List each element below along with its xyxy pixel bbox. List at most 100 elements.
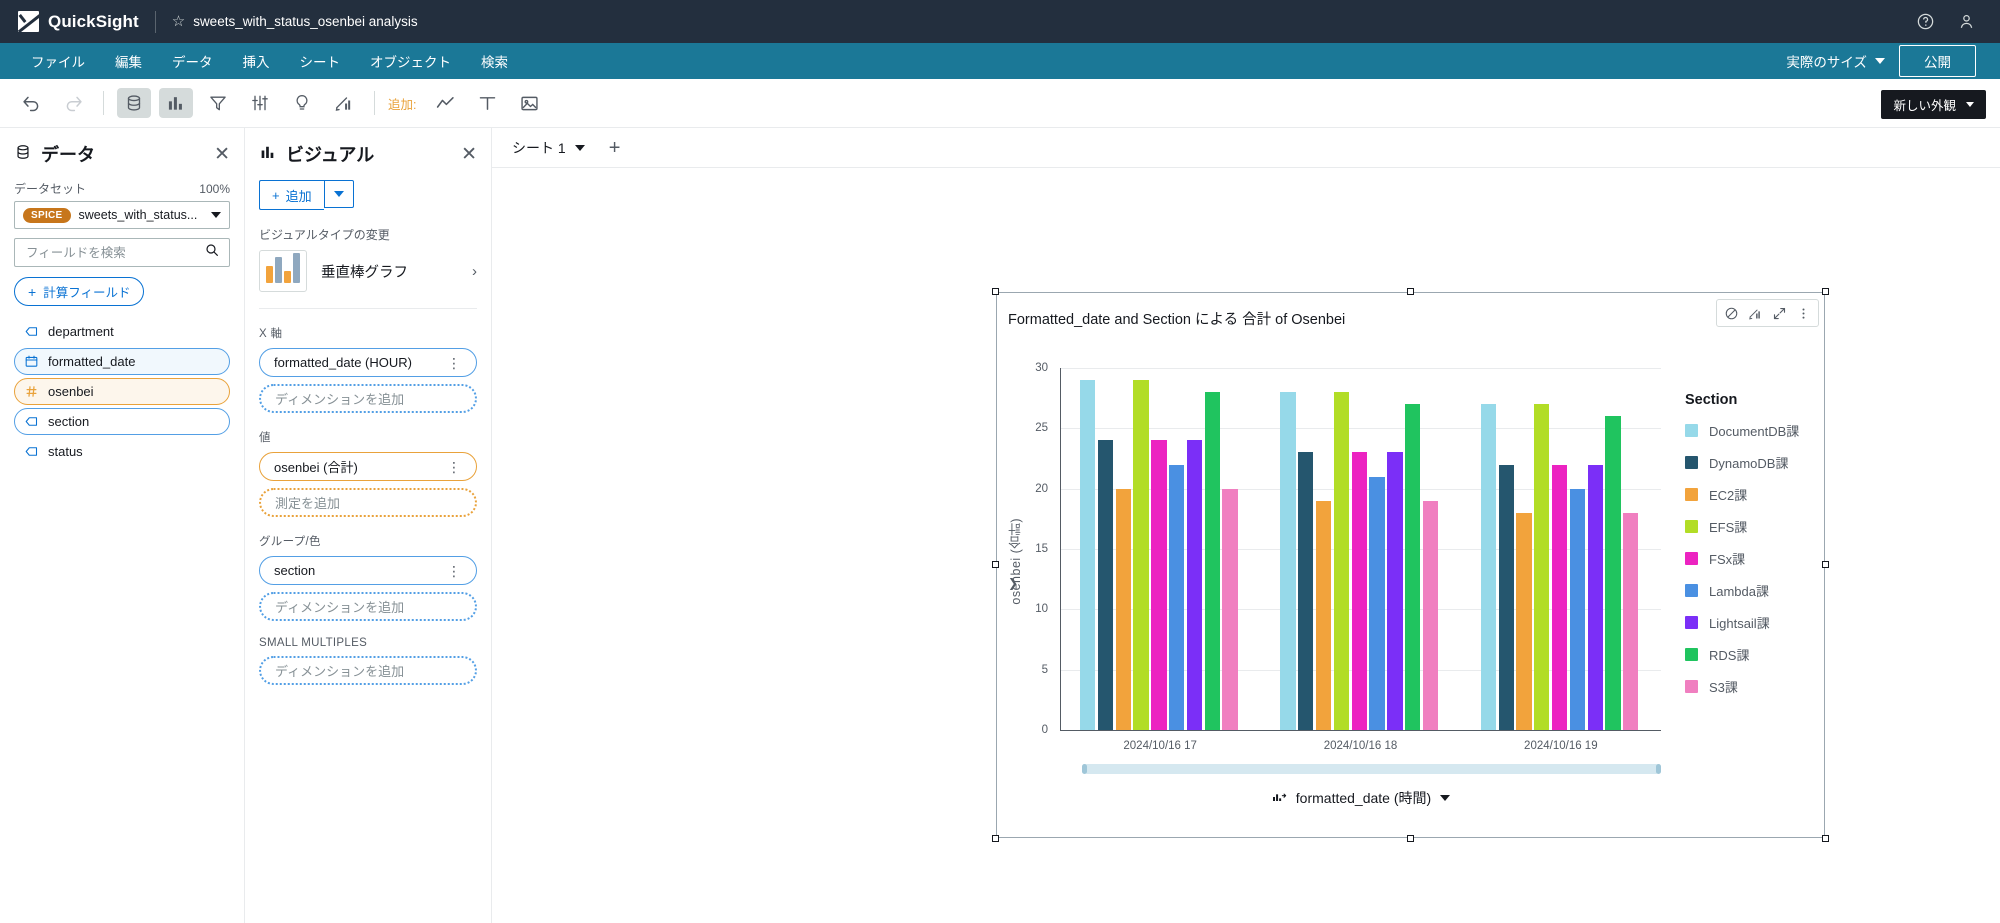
resize-handle-w[interactable] bbox=[992, 561, 999, 568]
chart-horizontal-scrollbar[interactable] bbox=[1082, 764, 1661, 774]
x-axis-field-control[interactable]: formatted_date (時間) bbox=[1060, 788, 1661, 808]
kebab-menu-icon[interactable]: ⋮ bbox=[447, 564, 462, 578]
menu-sheet[interactable]: シート bbox=[285, 43, 356, 79]
chart-bar[interactable] bbox=[1222, 488, 1238, 730]
search-icon[interactable] bbox=[204, 242, 220, 263]
scroll-cap-right[interactable] bbox=[1656, 764, 1661, 774]
help-circle-icon[interactable] bbox=[1916, 12, 1935, 31]
add-calculated-field-button[interactable]: + 計算フィールド bbox=[14, 277, 145, 306]
chart-bar[interactable] bbox=[1204, 392, 1220, 730]
legend-item[interactable]: Lightsail課 bbox=[1685, 613, 1799, 632]
resize-handle-n[interactable] bbox=[1406, 288, 1414, 295]
undo-icon[interactable] bbox=[14, 88, 48, 118]
resize-handle-sw[interactable] bbox=[992, 835, 999, 842]
resize-handle-ne[interactable] bbox=[1822, 288, 1829, 295]
chevron-down-icon[interactable] bbox=[1440, 795, 1451, 801]
chart-bar[interactable] bbox=[1534, 404, 1550, 730]
field-department[interactable]: department bbox=[14, 318, 230, 345]
menu-object[interactable]: オブジェクト bbox=[355, 43, 466, 79]
filter-icon[interactable] bbox=[201, 88, 235, 118]
chart-bar[interactable] bbox=[1133, 380, 1149, 730]
chart-bar[interactable] bbox=[1351, 452, 1367, 730]
text-box-icon[interactable] bbox=[470, 88, 504, 118]
sheet-tab-1[interactable]: シート 1 bbox=[506, 138, 591, 158]
field-status[interactable]: status bbox=[14, 438, 230, 465]
y-axis-expand-icon[interactable]: ❯ bbox=[1008, 576, 1018, 590]
menu-action-icon[interactable] bbox=[1793, 303, 1814, 323]
database-icon[interactable] bbox=[117, 88, 151, 118]
close-icon[interactable]: ✕ bbox=[461, 145, 477, 164]
legend-item[interactable]: S3課 bbox=[1685, 677, 1799, 696]
chart-bar[interactable] bbox=[1333, 392, 1350, 730]
scroll-cap-left[interactable] bbox=[1082, 764, 1087, 774]
sliders-icon[interactable] bbox=[243, 88, 277, 118]
resize-handle-se[interactable] bbox=[1822, 835, 1829, 842]
chart-bar[interactable] bbox=[1280, 392, 1296, 730]
chevron-down-icon[interactable] bbox=[574, 144, 585, 151]
chart-bar[interactable] bbox=[1115, 488, 1131, 730]
insights-action-icon[interactable] bbox=[1745, 303, 1766, 323]
chart-bar[interactable] bbox=[1587, 464, 1603, 730]
lightbulb-icon[interactable] bbox=[285, 88, 319, 118]
well-pill-group-color[interactable]: section ⋮ bbox=[259, 556, 477, 585]
legend-item[interactable]: DocumentDB課 bbox=[1685, 421, 1799, 440]
menu-data[interactable]: データ bbox=[157, 43, 228, 79]
add-visual-button[interactable]: + 追加 bbox=[259, 180, 324, 210]
field-osenbei[interactable]: osenbei bbox=[14, 378, 230, 405]
chart-bar[interactable] bbox=[1422, 500, 1439, 730]
menu-insert[interactable]: 挿入 bbox=[228, 43, 285, 79]
user-account-icon[interactable] bbox=[1957, 12, 1976, 31]
field-search-box[interactable] bbox=[14, 238, 230, 267]
chart-bar[interactable] bbox=[1080, 380, 1096, 730]
legend-item[interactable]: DynamoDB課 bbox=[1685, 453, 1799, 472]
chart-bar[interactable] bbox=[1569, 488, 1586, 730]
chart-bar[interactable] bbox=[1551, 464, 1568, 730]
document-title[interactable]: sweets_with_status_osenbei analysis bbox=[193, 14, 417, 29]
menu-search[interactable]: 検索 bbox=[466, 43, 523, 79]
chart-bar[interactable] bbox=[1315, 500, 1332, 730]
legend-item[interactable]: Lambda課 bbox=[1685, 581, 1799, 600]
menu-edit[interactable]: 編集 bbox=[100, 43, 157, 79]
chart-bar[interactable] bbox=[1387, 452, 1403, 730]
redo-icon[interactable] bbox=[56, 88, 90, 118]
dataset-selector[interactable]: SPICE sweets_with_status... bbox=[14, 201, 230, 229]
resize-handle-s[interactable] bbox=[1406, 835, 1414, 842]
chart-bar[interactable] bbox=[1151, 440, 1167, 730]
field-formatted-date[interactable]: formatted_date bbox=[14, 348, 230, 375]
line-chart-icon[interactable] bbox=[428, 88, 462, 118]
add-sheet-icon[interactable]: + bbox=[609, 138, 621, 158]
visual-container[interactable]: Formatted_date and Section による 合計 of Ose… bbox=[992, 288, 1829, 842]
well-dropzone-small-multiples[interactable]: ディメンションを追加 bbox=[259, 656, 477, 685]
maximize-action-icon[interactable] bbox=[1769, 303, 1790, 323]
chart-bar[interactable] bbox=[1480, 404, 1496, 730]
well-pill-value[interactable]: osenbei (合計) ⋮ bbox=[259, 452, 477, 481]
kebab-menu-icon[interactable]: ⋮ bbox=[447, 356, 462, 370]
add-visual-dropdown[interactable] bbox=[323, 180, 354, 208]
menu-file[interactable]: ファイル bbox=[16, 43, 100, 79]
legend-item[interactable]: RDS課 bbox=[1685, 645, 1799, 664]
legend-item[interactable]: EFS課 bbox=[1685, 517, 1799, 536]
kebab-menu-icon[interactable]: ⋮ bbox=[447, 460, 462, 474]
close-icon[interactable]: ✕ bbox=[214, 145, 230, 164]
chart-bar[interactable] bbox=[1623, 512, 1639, 730]
chart-bar[interactable] bbox=[1169, 464, 1185, 730]
bar-chart-icon[interactable] bbox=[159, 88, 193, 118]
new-look-button[interactable]: 新しい外観 bbox=[1881, 90, 1986, 119]
chart-bar[interactable] bbox=[1097, 440, 1114, 730]
resize-handle-nw[interactable] bbox=[992, 288, 999, 295]
chart-bar[interactable] bbox=[1605, 416, 1621, 730]
chart-bar[interactable] bbox=[1498, 464, 1514, 730]
well-dropzone-value[interactable]: 測定を追加 bbox=[259, 488, 477, 517]
chart-bar[interactable] bbox=[1405, 404, 1421, 730]
chart-bar[interactable] bbox=[1369, 476, 1385, 730]
chevron-right-icon[interactable]: › bbox=[472, 263, 477, 280]
well-dropzone-x-axis[interactable]: ディメンションを追加 bbox=[259, 384, 477, 413]
resize-handle-e[interactable] bbox=[1822, 561, 1829, 568]
chart-bar[interactable] bbox=[1516, 512, 1532, 730]
display-size-selector[interactable]: 実際のサイズ bbox=[1786, 51, 1885, 71]
field-section[interactable]: section bbox=[14, 408, 230, 435]
star-outline-icon[interactable]: ☆ bbox=[172, 14, 185, 29]
chart-bar[interactable] bbox=[1186, 440, 1203, 730]
image-icon[interactable] bbox=[512, 88, 546, 118]
chart-bar[interactable] bbox=[1298, 452, 1314, 730]
